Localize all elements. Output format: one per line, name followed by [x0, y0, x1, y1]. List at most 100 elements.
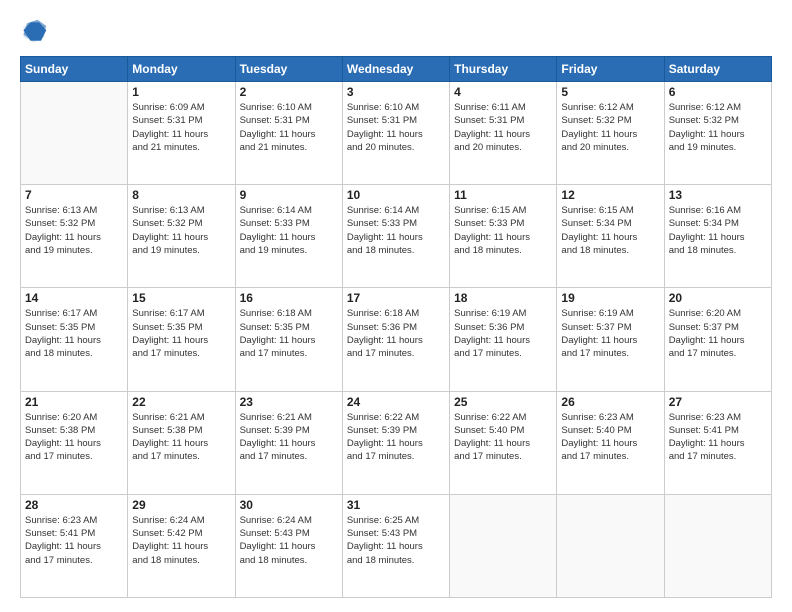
day-info: Sunrise: 6:18 AM Sunset: 5:35 PM Dayligh…	[240, 307, 338, 360]
day-info: Sunrise: 6:23 AM Sunset: 5:41 PM Dayligh…	[669, 411, 767, 464]
calendar-cell: 23Sunrise: 6:21 AM Sunset: 5:39 PM Dayli…	[235, 391, 342, 494]
day-info: Sunrise: 6:22 AM Sunset: 5:39 PM Dayligh…	[347, 411, 445, 464]
day-number: 4	[454, 85, 552, 99]
day-number: 13	[669, 188, 767, 202]
day-number: 26	[561, 395, 659, 409]
day-number: 25	[454, 395, 552, 409]
day-number: 10	[347, 188, 445, 202]
day-info: Sunrise: 6:15 AM Sunset: 5:33 PM Dayligh…	[454, 204, 552, 257]
calendar-cell: 16 Sunrise: 6:18 AM Sunset: 5:35 PM Dayli…	[235, 288, 342, 391]
day-number: 30	[240, 498, 338, 512]
calendar-cell: 29 Sunrise: 6:24 AM Sunset: 5:42 PM Dayli…	[128, 494, 235, 597]
day-info: Sunrise: 6:12 AM Sunset: 5:32 PM Dayligh…	[669, 101, 767, 154]
calendar-cell: 14 Sunrise: 6:17 AM Sunset: 5:35 PM Dayli…	[21, 288, 128, 391]
calendar-cell: 7 Sunrise: 6:13 AM Sunset: 5:32 PM Daylig…	[21, 185, 128, 288]
day-number: 16	[240, 291, 338, 305]
calendar-cell: 9 Sunrise: 6:14 AM Sunset: 5:33 PM Daylig…	[235, 185, 342, 288]
day-number: 29	[132, 498, 230, 512]
day-number: 31	[347, 498, 445, 512]
day-number: 28	[25, 498, 123, 512]
calendar-week-row: 1 Sunrise: 6:09 AM Sunset: 5:31 PM Daylig…	[21, 82, 772, 185]
day-info: Sunrise: 6:19 AM Sunset: 5:36 PM Dayligh…	[454, 307, 552, 360]
day-info: Sunrise: 6:11 AM Sunset: 5:31 PM Dayligh…	[454, 101, 552, 154]
logo	[20, 18, 54, 46]
day-info: Sunrise: 6:22 AM Sunset: 5:40 PM Dayligh…	[454, 411, 552, 464]
page: SundayMondayTuesdayWednesdayThursdayFrid…	[0, 0, 792, 612]
calendar-week-row: 14 Sunrise: 6:17 AM Sunset: 5:35 PM Dayli…	[21, 288, 772, 391]
day-info: Sunrise: 6:20 AM Sunset: 5:37 PM Dayligh…	[669, 307, 767, 360]
day-number: 17	[347, 291, 445, 305]
calendar-cell: 19Sunrise: 6:19 AM Sunset: 5:37 PM Dayli…	[557, 288, 664, 391]
calendar-cell: 17 Sunrise: 6:18 AM Sunset: 5:36 PM Dayli…	[342, 288, 449, 391]
calendar-cell	[21, 82, 128, 185]
weekday-header: Monday	[128, 57, 235, 82]
day-number: 6	[669, 85, 767, 99]
day-info: Sunrise: 6:24 AM Sunset: 5:42 PM Dayligh…	[132, 514, 230, 567]
calendar-cell: 1 Sunrise: 6:09 AM Sunset: 5:31 PM Daylig…	[128, 82, 235, 185]
day-number: 8	[132, 188, 230, 202]
calendar-cell: 26 Sunrise: 6:23 AM Sunset: 5:40 PM Dayli…	[557, 391, 664, 494]
calendar-cell: 5Sunrise: 6:12 AM Sunset: 5:32 PM Daylig…	[557, 82, 664, 185]
day-info: Sunrise: 6:20 AM Sunset: 5:38 PM Dayligh…	[25, 411, 123, 464]
calendar-cell: 10 Sunrise: 6:14 AM Sunset: 5:33 PM Dayli…	[342, 185, 449, 288]
day-info: Sunrise: 6:21 AM Sunset: 5:38 PM Dayligh…	[132, 411, 230, 464]
calendar-cell: 30 Sunrise: 6:24 AM Sunset: 5:43 PM Dayli…	[235, 494, 342, 597]
calendar-cell	[557, 494, 664, 597]
day-info: Sunrise: 6:17 AM Sunset: 5:35 PM Dayligh…	[25, 307, 123, 360]
weekday-header: Sunday	[21, 57, 128, 82]
calendar-cell: 11 Sunrise: 6:15 AM Sunset: 5:33 PM Dayli…	[450, 185, 557, 288]
day-number: 27	[669, 395, 767, 409]
day-number: 1	[132, 85, 230, 99]
logo-icon	[20, 18, 48, 46]
day-number: 14	[25, 291, 123, 305]
day-info: Sunrise: 6:19 AM Sunset: 5:37 PM Dayligh…	[561, 307, 659, 360]
day-info: Sunrise: 6:17 AM Sunset: 5:35 PM Dayligh…	[132, 307, 230, 360]
day-info: Sunrise: 6:13 AM Sunset: 5:32 PM Dayligh…	[25, 204, 123, 257]
calendar-cell: 24 Sunrise: 6:22 AM Sunset: 5:39 PM Dayli…	[342, 391, 449, 494]
weekday-header: Wednesday	[342, 57, 449, 82]
calendar-cell: 27 Sunrise: 6:23 AM Sunset: 5:41 PM Dayli…	[664, 391, 771, 494]
day-number: 24	[347, 395, 445, 409]
calendar-cell: 8 Sunrise: 6:13 AM Sunset: 5:32 PM Daylig…	[128, 185, 235, 288]
calendar-week-row: 7 Sunrise: 6:13 AM Sunset: 5:32 PM Daylig…	[21, 185, 772, 288]
calendar-cell: 18Sunrise: 6:19 AM Sunset: 5:36 PM Dayli…	[450, 288, 557, 391]
day-info: Sunrise: 6:14 AM Sunset: 5:33 PM Dayligh…	[240, 204, 338, 257]
day-info: Sunrise: 6:15 AM Sunset: 5:34 PM Dayligh…	[561, 204, 659, 257]
day-info: Sunrise: 6:12 AM Sunset: 5:32 PM Dayligh…	[561, 101, 659, 154]
day-info: Sunrise: 6:13 AM Sunset: 5:32 PM Dayligh…	[132, 204, 230, 257]
day-number: 23	[240, 395, 338, 409]
calendar-cell: 31Sunrise: 6:25 AM Sunset: 5:43 PM Dayli…	[342, 494, 449, 597]
weekday-header: Tuesday	[235, 57, 342, 82]
day-number: 15	[132, 291, 230, 305]
day-number: 11	[454, 188, 552, 202]
day-number: 3	[347, 85, 445, 99]
day-number: 21	[25, 395, 123, 409]
header	[20, 18, 772, 46]
calendar-cell: 22 Sunrise: 6:21 AM Sunset: 5:38 PM Dayli…	[128, 391, 235, 494]
calendar-cell: 21 Sunrise: 6:20 AM Sunset: 5:38 PM Dayli…	[21, 391, 128, 494]
calendar-cell: 2Sunrise: 6:10 AM Sunset: 5:31 PM Daylig…	[235, 82, 342, 185]
calendar-cell: 25 Sunrise: 6:22 AM Sunset: 5:40 PM Dayli…	[450, 391, 557, 494]
day-info: Sunrise: 6:16 AM Sunset: 5:34 PM Dayligh…	[669, 204, 767, 257]
day-info: Sunrise: 6:09 AM Sunset: 5:31 PM Dayligh…	[132, 101, 230, 154]
calendar-week-row: 21 Sunrise: 6:20 AM Sunset: 5:38 PM Dayli…	[21, 391, 772, 494]
calendar-cell: 6 Sunrise: 6:12 AM Sunset: 5:32 PM Daylig…	[664, 82, 771, 185]
day-info: Sunrise: 6:18 AM Sunset: 5:36 PM Dayligh…	[347, 307, 445, 360]
weekday-header: Thursday	[450, 57, 557, 82]
calendar-week-row: 28Sunrise: 6:23 AM Sunset: 5:41 PM Dayli…	[21, 494, 772, 597]
day-info: Sunrise: 6:23 AM Sunset: 5:40 PM Dayligh…	[561, 411, 659, 464]
day-info: Sunrise: 6:24 AM Sunset: 5:43 PM Dayligh…	[240, 514, 338, 567]
day-number: 7	[25, 188, 123, 202]
day-number: 20	[669, 291, 767, 305]
calendar-cell	[664, 494, 771, 597]
calendar-cell: 20 Sunrise: 6:20 AM Sunset: 5:37 PM Dayli…	[664, 288, 771, 391]
day-info: Sunrise: 6:10 AM Sunset: 5:31 PM Dayligh…	[347, 101, 445, 154]
day-number: 22	[132, 395, 230, 409]
calendar-cell: 13 Sunrise: 6:16 AM Sunset: 5:34 PM Dayli…	[664, 185, 771, 288]
day-info: Sunrise: 6:10 AM Sunset: 5:31 PM Dayligh…	[240, 101, 338, 154]
weekday-header: Saturday	[664, 57, 771, 82]
day-number: 9	[240, 188, 338, 202]
calendar-cell: 15 Sunrise: 6:17 AM Sunset: 5:35 PM Dayli…	[128, 288, 235, 391]
day-info: Sunrise: 6:14 AM Sunset: 5:33 PM Dayligh…	[347, 204, 445, 257]
calendar-table: SundayMondayTuesdayWednesdayThursdayFrid…	[20, 56, 772, 598]
